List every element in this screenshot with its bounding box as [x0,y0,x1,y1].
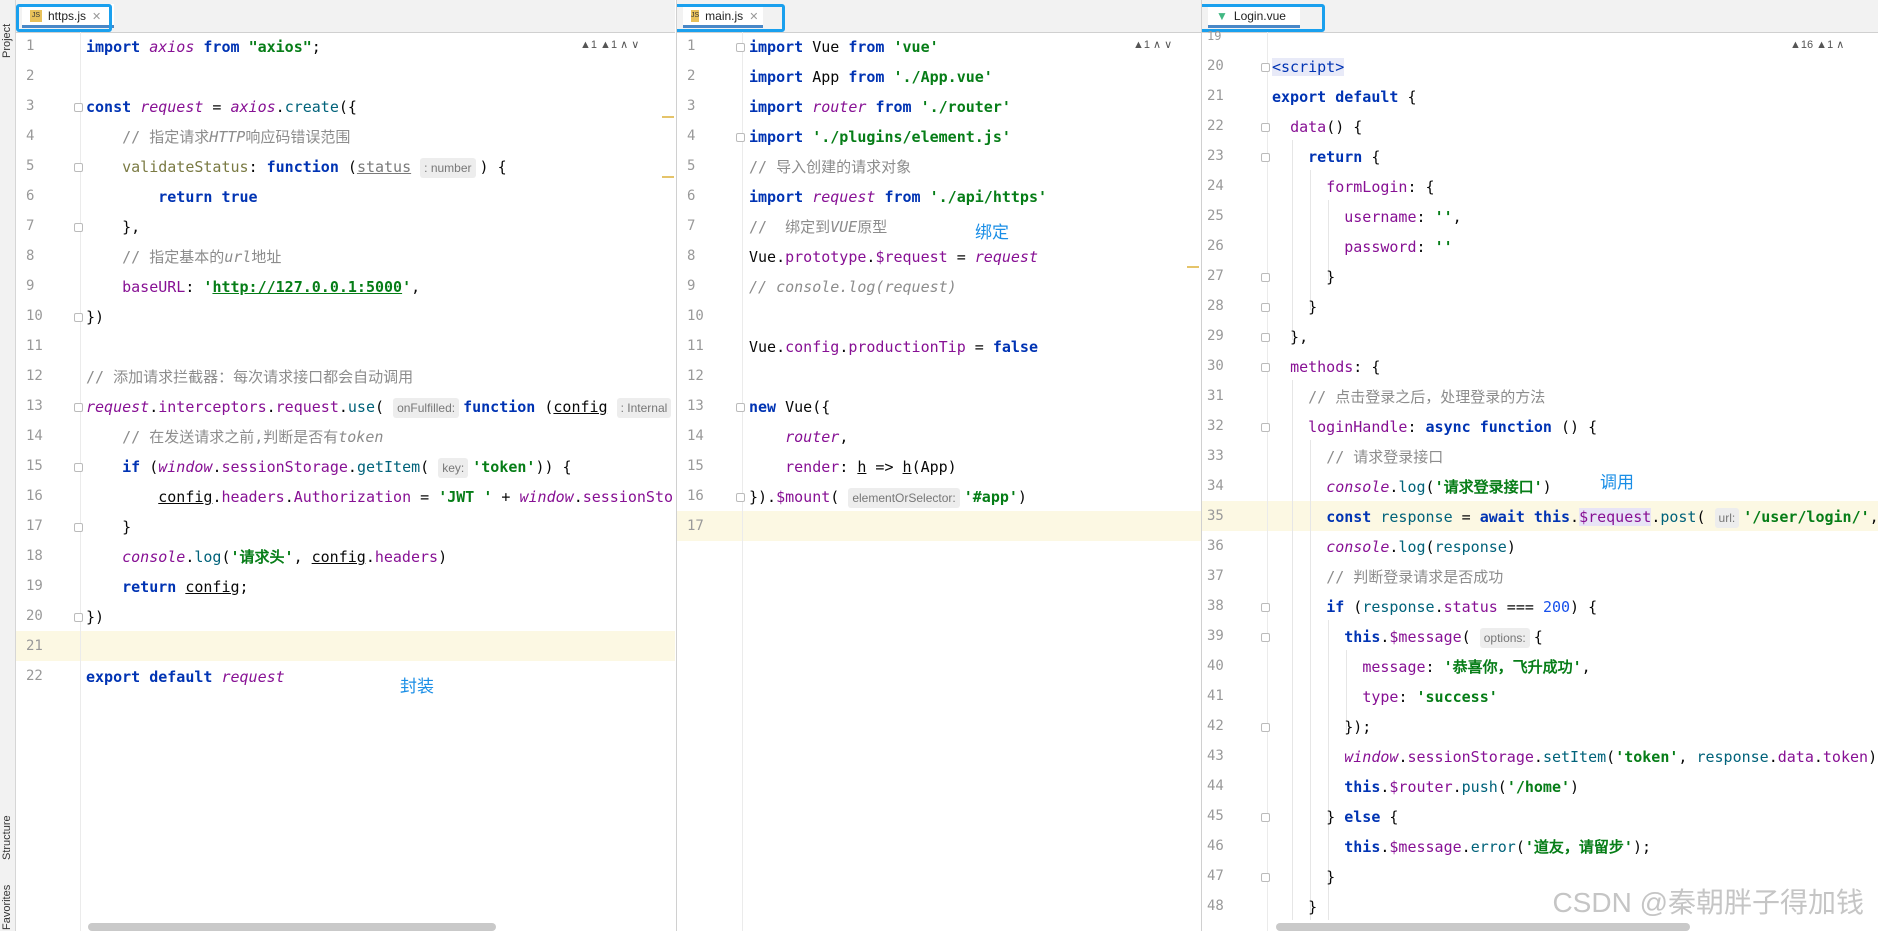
fold-marker[interactable] [1261,363,1270,372]
fold-marker[interactable] [1261,63,1270,72]
fold-marker[interactable] [1261,723,1270,732]
tab-highlight-box [16,4,112,32]
fold-marker[interactable] [736,43,745,52]
current-line-highlight [677,511,1201,541]
fold-marker[interactable] [1261,873,1270,882]
fold-marker[interactable] [736,493,745,502]
fold-marker[interactable] [1261,603,1270,612]
inspection-widget[interactable]: ▲1 ▲1 ∧ ∨ [580,38,639,51]
tab-bar: JS https.js ✕ [16,0,675,33]
change-marker [1187,266,1199,268]
fold-marker[interactable] [1261,813,1270,822]
favorites-tool-button[interactable]: Favorites [1,872,13,930]
fold-marker[interactable] [74,313,83,322]
tool-window-strip: Project Structure Favorites [0,0,16,931]
fold-marker[interactable] [74,223,83,232]
fold-marker[interactable] [74,103,83,112]
watermark: CSDN @秦朝胖子得加钱 [1552,887,1864,918]
tab-highlight-box [1202,4,1325,32]
gutter-separator [742,32,743,931]
fold-marker[interactable] [1261,633,1270,642]
fold-marker[interactable] [1261,423,1270,432]
fold-marker[interactable] [74,523,83,532]
fold-marker[interactable] [74,613,83,622]
change-marker [662,176,674,178]
fold-marker[interactable] [1261,273,1270,282]
tab-highlight-box [677,4,785,32]
annotation-label: 调用 [1600,473,1634,492]
inspection-widget[interactable]: ▲1 ∧ ∨ [1133,38,1172,51]
project-tool-button[interactable]: Project [1,8,13,58]
fold-marker[interactable] [1261,123,1270,132]
horizontal-scrollbar[interactable] [1276,923,1690,931]
fold-marker[interactable] [736,403,745,412]
fold-marker[interactable] [1261,303,1270,312]
fold-marker[interactable] [1261,333,1270,342]
fold-marker[interactable] [74,403,83,412]
annotation-label: 封装 [400,677,434,696]
editor-pane-login: ▼ Login.vue ▲16 ▲1 ∧ 19 20 21 22 23 24 25 26 27… [1201,0,1878,931]
editor-pane-main: JS main.js ✕ ▲1 ∧ ∨ 1 2 3 4 5 6 7 8 9 10 11 12 13 14 1… [676,0,1201,931]
structure-tool-button[interactable]: Structure [1,790,13,860]
fold-marker[interactable] [74,463,83,472]
horizontal-scrollbar[interactable] [88,923,496,931]
fold-marker[interactable] [736,133,745,142]
change-marker [662,116,674,118]
inspection-widget[interactable]: ▲16 ▲1 ∧ [1790,38,1844,51]
gutter-separator [1267,32,1268,931]
annotation-label: 绑定 [975,223,1009,242]
fold-marker[interactable] [74,163,83,172]
current-line-highlight [16,631,675,661]
editor-pane-https: JS https.js ✕ ▲1 ▲1 ∧ ∨ 1 2 3 4 5 6 7 8 9 10 11 12 1… [16,0,675,931]
fold-marker[interactable] [1261,153,1270,162]
